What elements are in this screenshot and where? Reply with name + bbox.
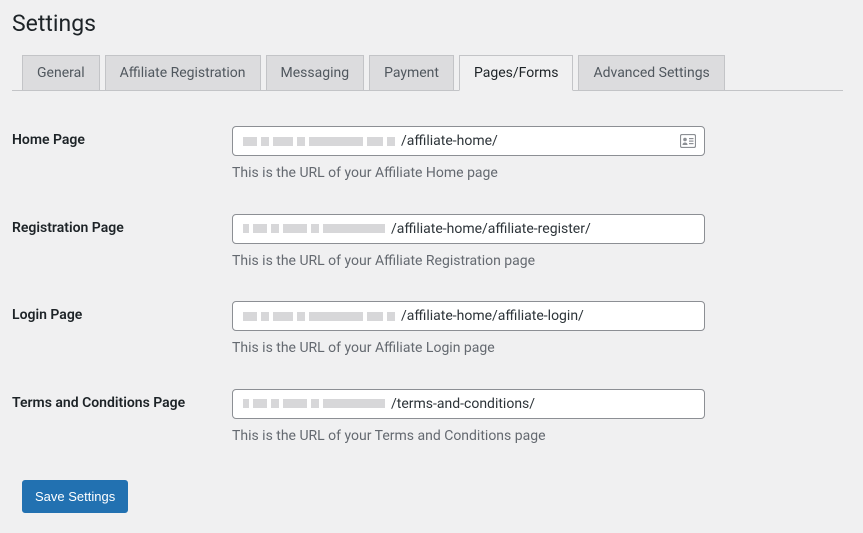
url-prefix-obscured [233,390,391,418]
tab-payment[interactable]: Payment [369,55,454,91]
terms-page-label: Terms and Conditions Page [12,374,232,462]
url-prefix-obscured [233,127,401,155]
home-page-label: Home Page [12,111,232,199]
url-prefix-obscured [233,215,391,243]
tabs-bar: General Affiliate Registration Messaging… [12,55,843,91]
home-page-description: This is the URL of your Affiliate Home p… [232,164,833,184]
page-title: Settings [12,10,843,37]
home-page-field-wrapper [232,126,705,156]
tab-pages-forms[interactable]: Pages/Forms [459,55,574,91]
registration-page-field-wrapper [232,214,705,244]
tab-messaging[interactable]: Messaging [266,55,365,91]
save-settings-button[interactable]: Save Settings [22,480,128,514]
registration-page-label: Registration Page [12,199,232,287]
contact-card-icon[interactable] [680,127,704,155]
login-page-label: Login Page [12,286,232,374]
tab-affiliate-registration[interactable]: Affiliate Registration [105,55,261,91]
registration-page-description: This is the URL of your Affiliate Regist… [232,252,833,272]
terms-page-input[interactable] [391,390,704,418]
registration-page-input[interactable] [391,215,704,243]
terms-page-field-wrapper [232,389,705,419]
terms-page-description: This is the URL of your Terms and Condit… [232,427,833,447]
login-page-description: This is the URL of your Affiliate Login … [232,339,833,359]
login-page-field-wrapper [232,301,705,331]
url-prefix-obscured [233,302,401,330]
home-page-input[interactable] [401,127,680,155]
login-page-input[interactable] [401,302,704,330]
tab-advanced-settings[interactable]: Advanced Settings [578,55,724,91]
tab-general[interactable]: General [22,55,100,91]
